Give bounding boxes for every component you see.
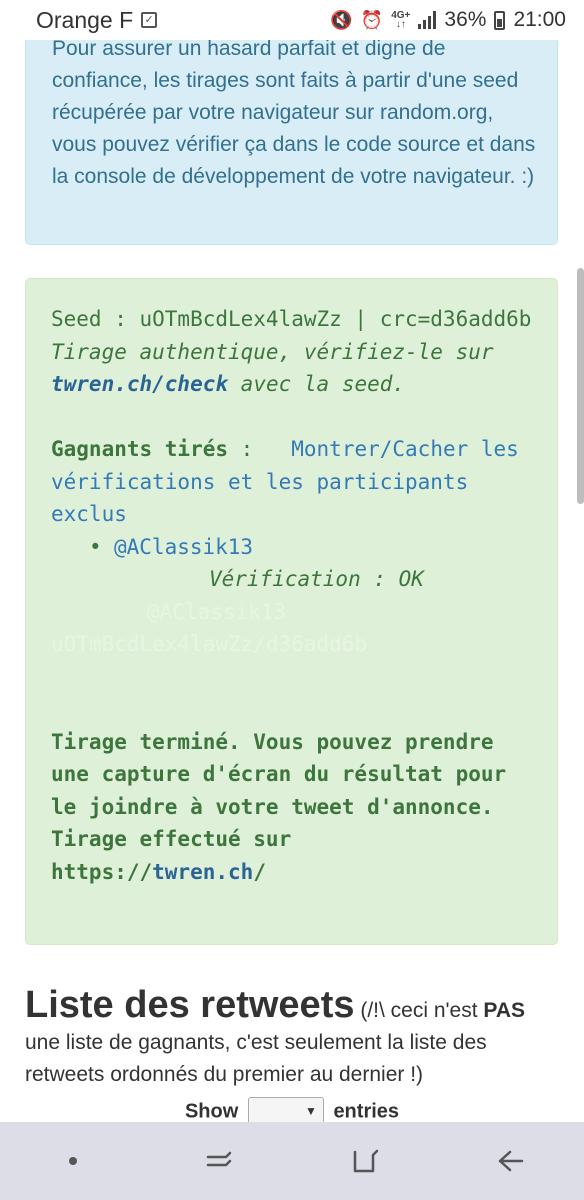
faded-seed: uOTmBcdLex4lawZz/d36add6b: [51, 632, 368, 656]
carrier-name: Orange F: [36, 6, 134, 33]
site-link[interactable]: twren.ch: [152, 860, 253, 884]
retweets-section-header: Liste des retweets (/!\ ceci n'est PAS u…: [25, 984, 525, 1086]
recent-apps-icon[interactable]: [189, 1131, 249, 1191]
winner-link[interactable]: @AClassik13: [114, 535, 253, 559]
clock: 21:00: [513, 8, 566, 31]
winner-item: @AClassik13: [89, 531, 541, 564]
status-icons: 🔇 ⏰ 4G+ ↓↑ 36% 21:00: [330, 8, 566, 32]
info-alert: Pour assurer un hasard parfait et digne …: [25, 8, 558, 245]
winners-header: Gagnants tirés : Montrer/Cacher les véri…: [51, 437, 532, 526]
notification-icon: ✓: [141, 12, 158, 28]
alarm-icon: ⏰: [360, 9, 384, 30]
mute-icon: 🔇: [330, 9, 353, 30]
dot-icon[interactable]: [43, 1131, 103, 1191]
winners-list: @AClassik13: [51, 531, 541, 564]
entries-label: entries: [333, 1100, 400, 1123]
battery-icon: [494, 10, 506, 30]
authentic-text: Tirage authentique, vérifiez-le sur: [51, 339, 494, 364]
authentic-suffix: avec la seed.: [240, 372, 406, 396]
draw-complete-message: Tirage terminé. Vous pouvez prendre une …: [51, 729, 507, 884]
note-bold: PAS: [483, 999, 525, 1022]
status-bar: Orange F ✓ 🔇 ⏰ 4G+ ↓↑ 36% 21:00: [0, 0, 584, 40]
back-icon[interactable]: [481, 1131, 541, 1191]
seed-block: Seed : uOTmBcdLex4lawZz | crc=d36add6b T…: [51, 303, 541, 401]
scrollbar-thumb[interactable]: [577, 268, 584, 504]
done-text: Tirage terminé. Vous pouvez prendre une …: [51, 729, 507, 819]
network-icon: 4G+ ↓↑: [391, 10, 411, 30]
show-label: Show: [184, 1100, 239, 1123]
verification-status: Vérification : OK: [209, 567, 424, 591]
signal-icon: [418, 11, 437, 29]
retweets-title: Liste des retweets: [25, 984, 355, 1026]
done-by: Tirage effectué sur: [51, 827, 292, 851]
home-icon[interactable]: [335, 1131, 395, 1191]
faded-user: @AClassik13: [147, 599, 287, 624]
battery-level: 36%: [444, 8, 487, 31]
check-link[interactable]: twren.ch/check: [51, 372, 228, 396]
seed-line: Seed : uOTmBcdLex4lawZz | crc=d36add6b: [51, 307, 532, 331]
system-nav-bar: [0, 1122, 584, 1200]
info-text: Pour assurer un hasard parfait et digne …: [52, 37, 536, 188]
winners-label: Gagnants tirés: [51, 437, 229, 461]
result-panel: Seed : uOTmBcdLex4lawZz | crc=d36add6b T…: [25, 278, 558, 945]
